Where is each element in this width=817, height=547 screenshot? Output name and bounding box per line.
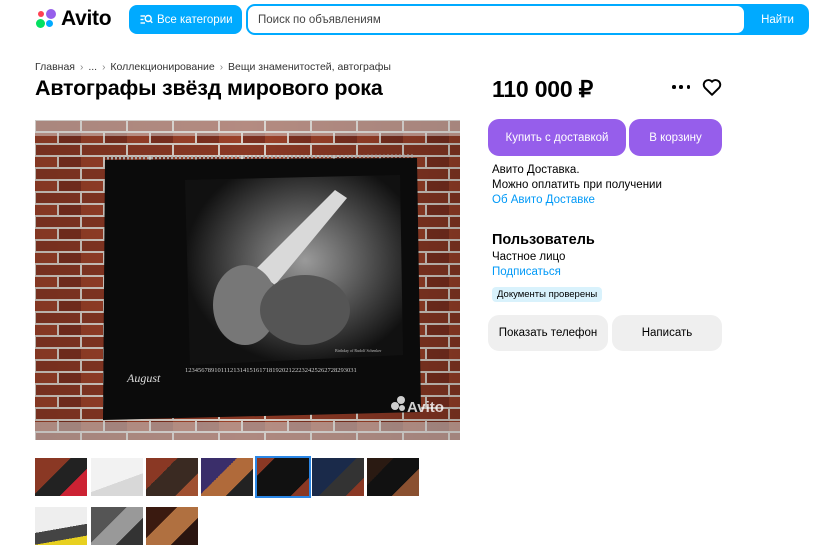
listing-title: Автографы звёзд мирового рока: [35, 76, 383, 100]
breadcrumb-home[interactable]: Главная: [35, 61, 75, 73]
calendar-days-text: 1234567891011121314151617181920212223242…: [185, 367, 357, 374]
thumbnail[interactable]: [312, 458, 364, 496]
breadcrumb-separator-icon: ›: [79, 61, 84, 73]
thumbnail[interactable]: [91, 458, 143, 496]
thumbnail[interactable]: [35, 458, 87, 496]
thumbnail[interactable]: [367, 458, 419, 496]
categories-search-icon: [140, 14, 153, 24]
subscribe-link[interactable]: Подписаться: [492, 266, 561, 278]
seller-type: Частное лицо: [492, 251, 566, 263]
thumbnail[interactable]: [201, 458, 253, 496]
all-categories-button[interactable]: Все категории: [129, 5, 242, 34]
about-delivery-link[interactable]: Об Авито Доставке: [492, 194, 595, 206]
search-input[interactable]: [248, 6, 744, 33]
thumbnail[interactable]: [91, 507, 143, 545]
breadcrumb-separator-icon: ›: [102, 61, 106, 73]
breadcrumb-ellipsis[interactable]: ...: [88, 61, 97, 73]
search-button[interactable]: Найти: [746, 4, 809, 35]
avito-logo[interactable]: Avito: [35, 6, 112, 32]
main-listing-image[interactable]: August 123456789101112131415161718192021…: [35, 120, 460, 440]
thumbnail-active[interactable]: [255, 456, 311, 498]
calendar-month-text: August: [126, 371, 161, 385]
avito-logo-dots-icon: [35, 8, 57, 30]
price: 110 000 ₽: [492, 76, 594, 102]
breadcrumb: Главная › ... › Коллекционирование › Вещ…: [35, 61, 391, 73]
add-to-cart-button[interactable]: В корзину: [629, 119, 722, 156]
delivery-info-line2: Можно оплатить при получении: [492, 179, 662, 191]
breadcrumb-collecting[interactable]: Коллекционирование: [110, 61, 214, 73]
search-bar: Найти: [246, 4, 809, 35]
all-categories-label: Все категории: [157, 13, 233, 26]
more-horizontal-icon[interactable]: [672, 80, 690, 94]
breadcrumb-separator-icon: ›: [219, 61, 224, 73]
thumbnail[interactable]: [146, 458, 198, 496]
thumbnail[interactable]: [35, 507, 87, 545]
calendar-photo: August 123456789101112131415161718192021…: [35, 120, 460, 440]
calendar-caption-text: Birthday of Rudolf Schenker: [335, 348, 382, 353]
documents-verified-badge: Документы проверены: [492, 287, 603, 302]
delivery-info-line1: Авито Доставка.: [492, 164, 580, 176]
logo-text: Avito: [61, 7, 112, 30]
write-message-button[interactable]: Написать: [612, 315, 722, 351]
watermark-text: Avito: [407, 399, 444, 416]
seller-name[interactable]: Пользователь: [492, 232, 595, 248]
breadcrumb-celebrity-items[interactable]: Вещи знаменитостей, автографы: [228, 61, 391, 73]
thumbnail[interactable]: [146, 507, 198, 545]
buy-with-delivery-button[interactable]: Купить с доставкой: [488, 119, 626, 156]
show-phone-button[interactable]: Показать телефон: [488, 315, 608, 351]
heart-icon[interactable]: [702, 78, 722, 96]
